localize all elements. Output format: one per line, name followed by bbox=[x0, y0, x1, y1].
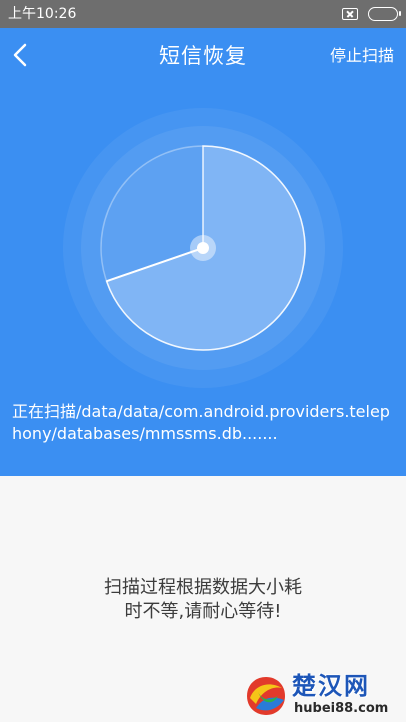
wait-message-line2: 时不等,请耐心等待! bbox=[124, 601, 282, 622]
watermark-logo-icon bbox=[247, 677, 285, 715]
status-icons bbox=[342, 6, 401, 22]
status-time: 上午10:26 bbox=[8, 6, 77, 22]
watermark: 楚汉网 hubei88.com bbox=[244, 672, 404, 720]
radar-center-dot bbox=[197, 242, 209, 254]
status-bar: 上午10:26 bbox=[0, 0, 406, 28]
scan-panel: 短信恢复 停止扫描 正在扫描/data/data/com.android.pro… bbox=[0, 28, 406, 476]
no-sim-icon bbox=[342, 8, 358, 20]
battery-icon bbox=[368, 7, 401, 21]
stop-scan-button[interactable]: 停止扫描 bbox=[330, 46, 394, 66]
watermark-name: 楚汉网 bbox=[292, 672, 370, 700]
scan-path-text: 正在扫描/data/data/com.android.providers.tel… bbox=[12, 402, 390, 443]
wait-message: 扫描过程根据数据大小耗 时不等,请耐心等待! bbox=[0, 576, 406, 624]
radar-icon bbox=[63, 108, 343, 388]
wait-message-line1: 扫描过程根据数据大小耗 bbox=[104, 577, 302, 598]
watermark-url: hubei88.com bbox=[294, 701, 389, 716]
